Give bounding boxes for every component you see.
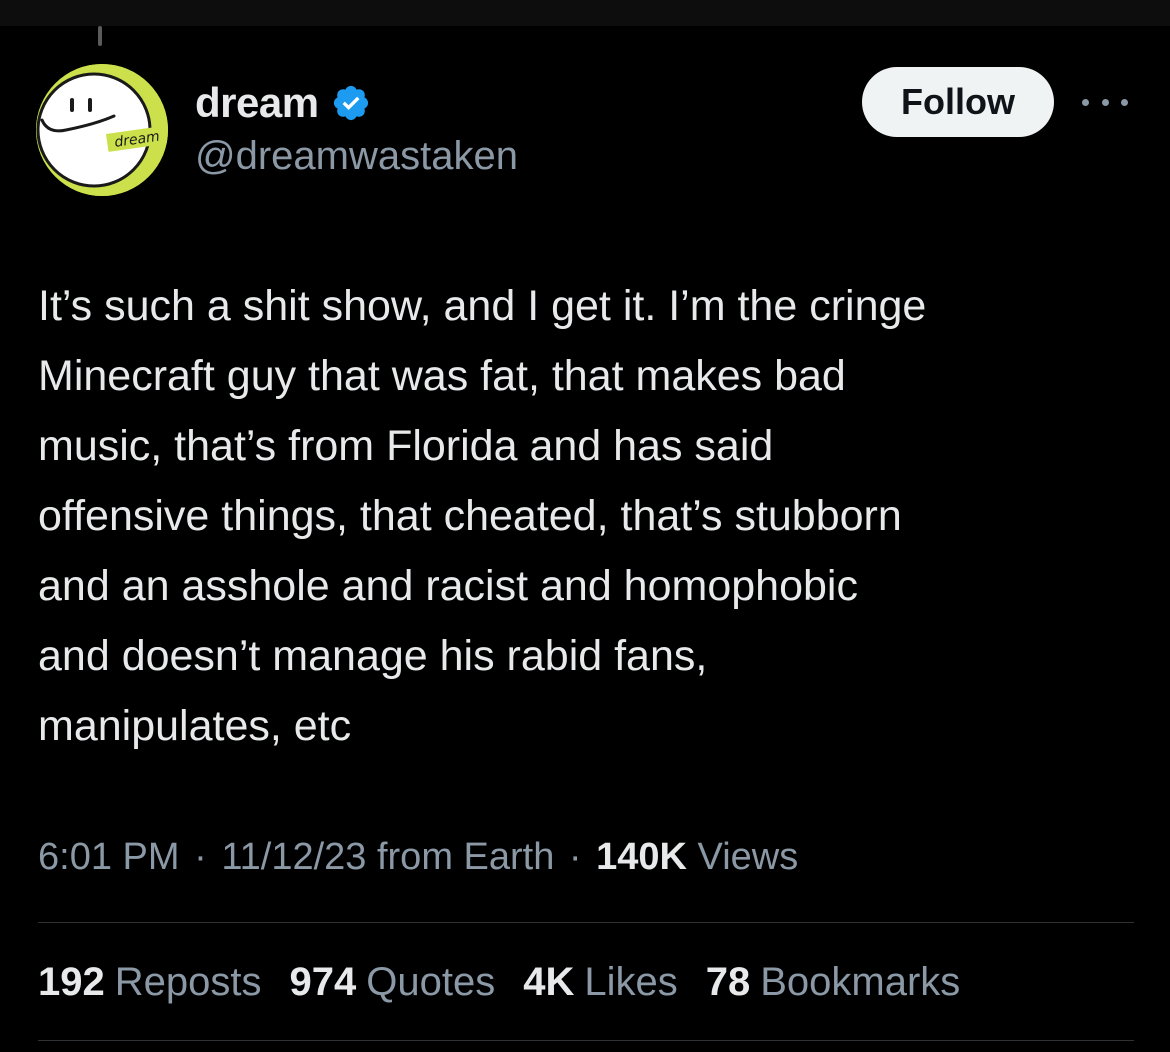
stat-bookmarks[interactable]: 78 Bookmarks bbox=[706, 960, 961, 1005]
engagement-stats: 192 Reposts 974 Quotes 4K Likes 78 Bookmarks bbox=[38, 960, 988, 1005]
display-name[interactable]: dream bbox=[195, 79, 319, 127]
more-dot bbox=[1121, 98, 1128, 106]
stat-count: 192 bbox=[38, 960, 105, 1004]
views-label: Views bbox=[697, 836, 799, 878]
tweet-meta: 6:01 PM · 11/12/23 from Earth · 140K Vie… bbox=[38, 836, 798, 879]
top-strip bbox=[0, 0, 1170, 26]
stat-count: 78 bbox=[705, 960, 751, 1004]
thread-line bbox=[98, 26, 102, 46]
meta-separator: · bbox=[568, 836, 582, 878]
tweet-time[interactable]: 6:01 PM bbox=[38, 836, 180, 878]
divider bbox=[38, 922, 1134, 923]
author-name-row: dream bbox=[195, 78, 371, 128]
tweet-date[interactable]: 11/12/23 from Earth bbox=[221, 836, 554, 878]
stat-likes[interactable]: 4K Likes bbox=[523, 960, 678, 1005]
avatar[interactable]: dream bbox=[36, 64, 168, 196]
dream-mask-icon: dream bbox=[36, 64, 168, 196]
tweet-text: It’s such a shit show, and I get it. I’m… bbox=[38, 282, 927, 750]
stat-label: Reposts bbox=[114, 960, 262, 1004]
divider bbox=[38, 1040, 1134, 1041]
verified-badge-icon bbox=[331, 83, 371, 123]
more-dot bbox=[1101, 98, 1109, 106]
stat-label: Bookmarks bbox=[760, 960, 961, 1004]
stat-reposts[interactable]: 192 Reposts bbox=[38, 960, 262, 1005]
follow-button[interactable]: Follow bbox=[862, 67, 1054, 137]
stat-count: 974 bbox=[289, 960, 357, 1004]
meta-separator: · bbox=[194, 836, 207, 878]
author-handle[interactable]: @dreamwastaken bbox=[195, 134, 518, 179]
stat-label: Likes bbox=[584, 960, 678, 1004]
stat-quotes[interactable]: 974 Quotes bbox=[290, 960, 496, 1005]
views-count: 140K bbox=[596, 836, 687, 878]
stat-label: Quotes bbox=[366, 960, 496, 1004]
more-horizontal-icon[interactable] bbox=[1082, 88, 1128, 116]
stat-count: 4K bbox=[523, 960, 575, 1004]
more-dot bbox=[1082, 98, 1089, 106]
